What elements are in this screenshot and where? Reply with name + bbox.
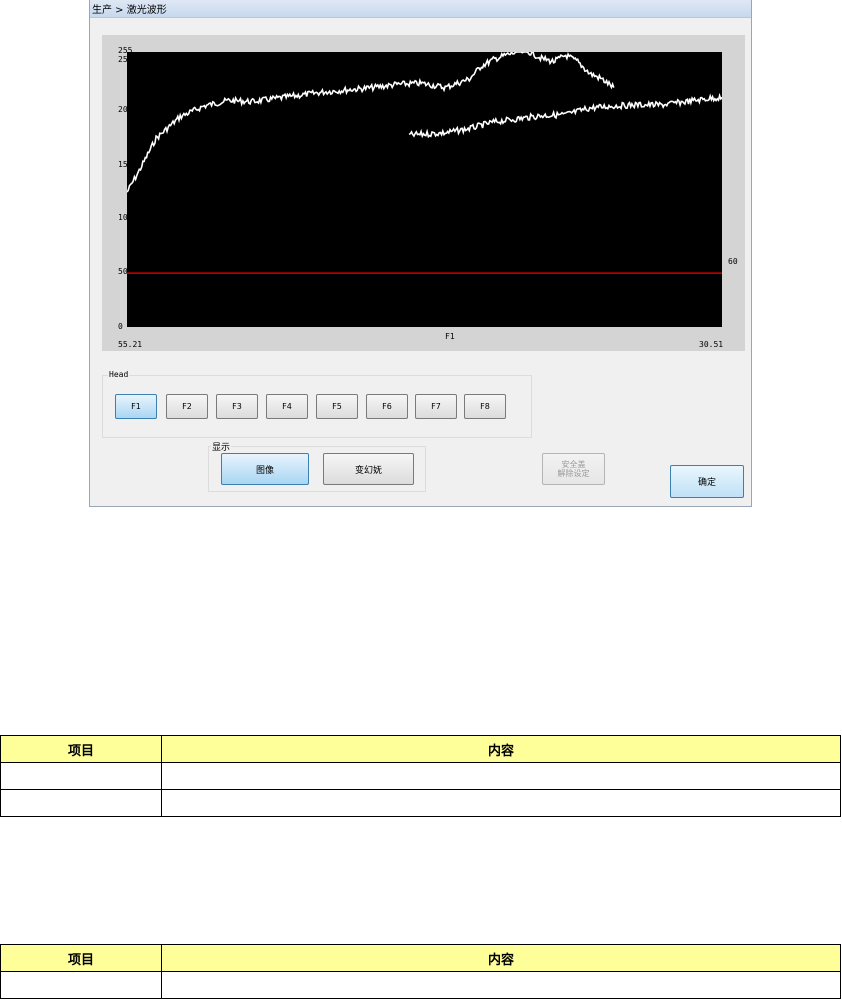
title-bar: 生产 > 激光波形 — [90, 0, 751, 18]
head-button-f7[interactable]: F7 — [415, 394, 457, 419]
head-button-f5[interactable]: F5 — [316, 394, 358, 419]
head-button-f1[interactable]: F1 — [115, 394, 157, 419]
info-table-2: 项目 内容 — [0, 944, 841, 999]
head-button-f2[interactable]: F2 — [166, 394, 208, 419]
y-tick-label: 0 — [118, 322, 123, 331]
table-cell — [0, 789, 162, 817]
table-cell — [161, 789, 841, 817]
safety-cover-line2: 解除设定 — [557, 469, 590, 478]
display-mode-button[interactable]: 变幻妩 — [323, 453, 414, 485]
window-title: 生产 > 激光波形 — [92, 5, 167, 16]
safety-cover-button[interactable]: 安全盖 解除设定 — [542, 453, 605, 485]
table-cell — [0, 971, 162, 999]
head-button-f8[interactable]: F8 — [464, 394, 506, 419]
x-center-label: F1 — [445, 332, 455, 341]
x-right-label: 30.51 — [699, 340, 724, 349]
table-row — [0, 762, 841, 790]
table-header-content: 内容 — [161, 735, 841, 763]
threshold-label: 60 — [728, 257, 738, 266]
laser-waveform-window: 生产 > 激光波形 255 250 200 150 100 50 0 60 F1… — [89, 0, 752, 507]
image-button[interactable]: 图像 — [221, 453, 309, 485]
waveform-plot — [127, 52, 722, 327]
head-label: Head — [108, 370, 130, 379]
table-row — [0, 789, 841, 817]
table-cell — [161, 762, 841, 790]
display-label: 显示 — [211, 440, 232, 453]
head-button-f4[interactable]: F4 — [266, 394, 308, 419]
waveform-series-1 — [127, 52, 615, 193]
table-cell — [161, 971, 841, 999]
table-cell — [0, 762, 162, 790]
head-button-f6[interactable]: F6 — [366, 394, 408, 419]
table-header-content: 内容 — [161, 944, 841, 972]
ok-button[interactable]: 确定 — [670, 465, 744, 498]
table-header-item: 项目 — [0, 944, 162, 972]
safety-cover-line1: 安全盖 — [561, 460, 586, 469]
waveform-series-2 — [408, 92, 722, 139]
x-left-label: 55.21 — [118, 340, 143, 349]
table-row — [0, 971, 841, 999]
head-button-f3[interactable]: F3 — [216, 394, 258, 419]
info-table-1: 项目 内容 — [0, 735, 841, 817]
table-header-item: 项目 — [0, 735, 162, 763]
waveform-svg — [127, 52, 722, 274]
